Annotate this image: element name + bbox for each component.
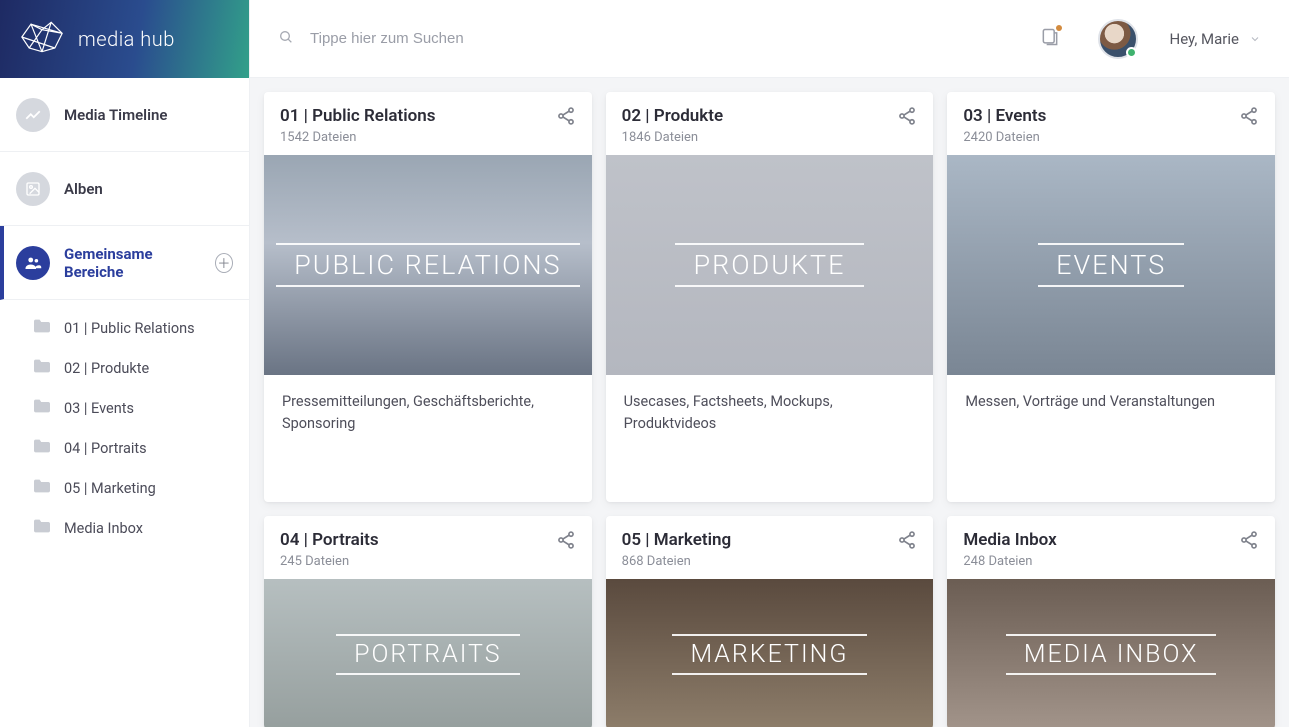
- album-card[interactable]: Media Inbox 248 Dateien MEDIA INBOX: [947, 516, 1275, 727]
- logo-icon: [20, 20, 64, 58]
- cover-overlay-text: MEDIA INBOX: [1006, 634, 1217, 675]
- presence-dot: [1126, 47, 1137, 58]
- nav-label: Alben: [64, 180, 103, 198]
- card-title: 01 | Public Relations: [280, 106, 436, 126]
- sidebar: media hub Media Timeline Alben Gemeinsam…: [0, 0, 250, 727]
- folder-icon: [32, 318, 52, 338]
- albums-icon: [16, 172, 50, 206]
- card-cover: MEDIA INBOX: [947, 579, 1275, 727]
- card-description: Usecases, Factsheets, Mockups, Produktvi…: [606, 375, 934, 502]
- folder-icon: [32, 398, 52, 418]
- share-icon[interactable]: [556, 530, 576, 554]
- card-cover: PUBLIC RELATIONS: [264, 155, 592, 375]
- sidebar-folder-item[interactable]: 03 | Events: [0, 388, 249, 428]
- brand-title: media hub: [78, 27, 175, 51]
- folder-icon: [32, 518, 52, 538]
- card-description: Pressemitteilungen, Geschäftsberichte, S…: [264, 375, 592, 502]
- card-title: 05 | Marketing: [622, 530, 732, 550]
- folder-label: 05 | Marketing: [64, 480, 156, 497]
- cover-overlay-text: PRODUKTE: [675, 243, 863, 287]
- card-file-count: 1846 Dateien: [622, 130, 723, 145]
- card-title: 04 | Portraits: [280, 530, 379, 550]
- card-title: 03 | Events: [963, 106, 1046, 126]
- card-cover: PORTRAITS: [264, 579, 592, 727]
- sidebar-folder-item[interactable]: Media Inbox: [0, 508, 249, 548]
- card-cover: EVENTS: [947, 155, 1275, 375]
- cover-overlay-text: MARKETING: [672, 634, 866, 675]
- chevron-down-icon: [1249, 33, 1261, 45]
- user-menu[interactable]: Hey, Marie: [1170, 30, 1262, 48]
- search-icon: [278, 29, 294, 49]
- album-card[interactable]: 03 | Events 2420 Dateien EVENTS Messen, …: [947, 92, 1275, 502]
- card-description: Messen, Vorträge und Veranstaltungen: [947, 375, 1275, 502]
- nav-shared-areas[interactable]: Gemeinsame Bereiche ＋: [0, 226, 249, 300]
- share-icon[interactable]: [556, 106, 576, 130]
- card-file-count: 2420 Dateien: [963, 130, 1046, 145]
- card-title: 02 | Produkte: [622, 106, 723, 126]
- nav-label: Gemeinsame Bereiche: [64, 245, 201, 281]
- sidebar-folder-item[interactable]: 05 | Marketing: [0, 468, 249, 508]
- album-card[interactable]: 01 | Public Relations 1542 Dateien PUBLI…: [264, 92, 592, 502]
- avatar[interactable]: [1076, 19, 1138, 59]
- folder-icon: [32, 478, 52, 498]
- share-icon[interactable]: [1239, 106, 1259, 130]
- share-icon[interactable]: [1239, 530, 1259, 554]
- search-input[interactable]: [310, 30, 710, 47]
- album-card[interactable]: 05 | Marketing 868 Dateien MARKETING: [606, 516, 934, 727]
- nav-label: Media Timeline: [64, 106, 167, 124]
- card-cover: PRODUKTE: [606, 155, 934, 375]
- greeting-text: Hey, Marie: [1170, 30, 1240, 48]
- nav-media-timeline[interactable]: Media Timeline: [0, 78, 249, 152]
- timeline-icon: [16, 98, 50, 132]
- topbar: Hey, Marie: [250, 0, 1289, 78]
- cover-overlay-text: PORTRAITS: [336, 634, 520, 675]
- share-icon[interactable]: [897, 106, 917, 130]
- folder-icon: [32, 438, 52, 458]
- folder-label: 01 | Public Relations: [64, 320, 195, 337]
- folder-label: 02 | Produkte: [64, 360, 149, 377]
- album-card[interactable]: 02 | Produkte 1846 Dateien PRODUKTE Usec…: [606, 92, 934, 502]
- folder-label: 04 | Portraits: [64, 440, 147, 457]
- cover-overlay-text: EVENTS: [1038, 243, 1184, 287]
- people-icon: [16, 246, 50, 280]
- card-file-count: 245 Dateien: [280, 554, 379, 569]
- album-card[interactable]: 04 | Portraits 245 Dateien PORTRAITS: [264, 516, 592, 727]
- sidebar-folder-item[interactable]: 04 | Portraits: [0, 428, 249, 468]
- cover-overlay-text: PUBLIC RELATIONS: [276, 243, 579, 287]
- folder-label: Media Inbox: [64, 520, 143, 537]
- notifications-icon[interactable]: [1040, 27, 1060, 51]
- folder-icon: [32, 358, 52, 378]
- nav-albums[interactable]: Alben: [0, 152, 249, 226]
- card-cover: MARKETING: [606, 579, 934, 727]
- card-title: Media Inbox: [963, 530, 1056, 550]
- brand-header: media hub: [0, 0, 249, 78]
- card-file-count: 248 Dateien: [963, 554, 1056, 569]
- card-file-count: 1542 Dateien: [280, 130, 436, 145]
- content-area: 01 | Public Relations 1542 Dateien PUBLI…: [250, 78, 1289, 727]
- share-icon[interactable]: [897, 530, 917, 554]
- add-shared-icon[interactable]: ＋: [215, 253, 233, 273]
- card-file-count: 868 Dateien: [622, 554, 732, 569]
- folder-label: 03 | Events: [64, 400, 134, 417]
- sidebar-folder-item[interactable]: 01 | Public Relations: [0, 308, 249, 348]
- sidebar-folder-list: 01 | Public Relations 02 | Produkte 03 |…: [0, 300, 249, 568]
- sidebar-folder-item[interactable]: 02 | Produkte: [0, 348, 249, 388]
- notification-dot: [1056, 25, 1062, 31]
